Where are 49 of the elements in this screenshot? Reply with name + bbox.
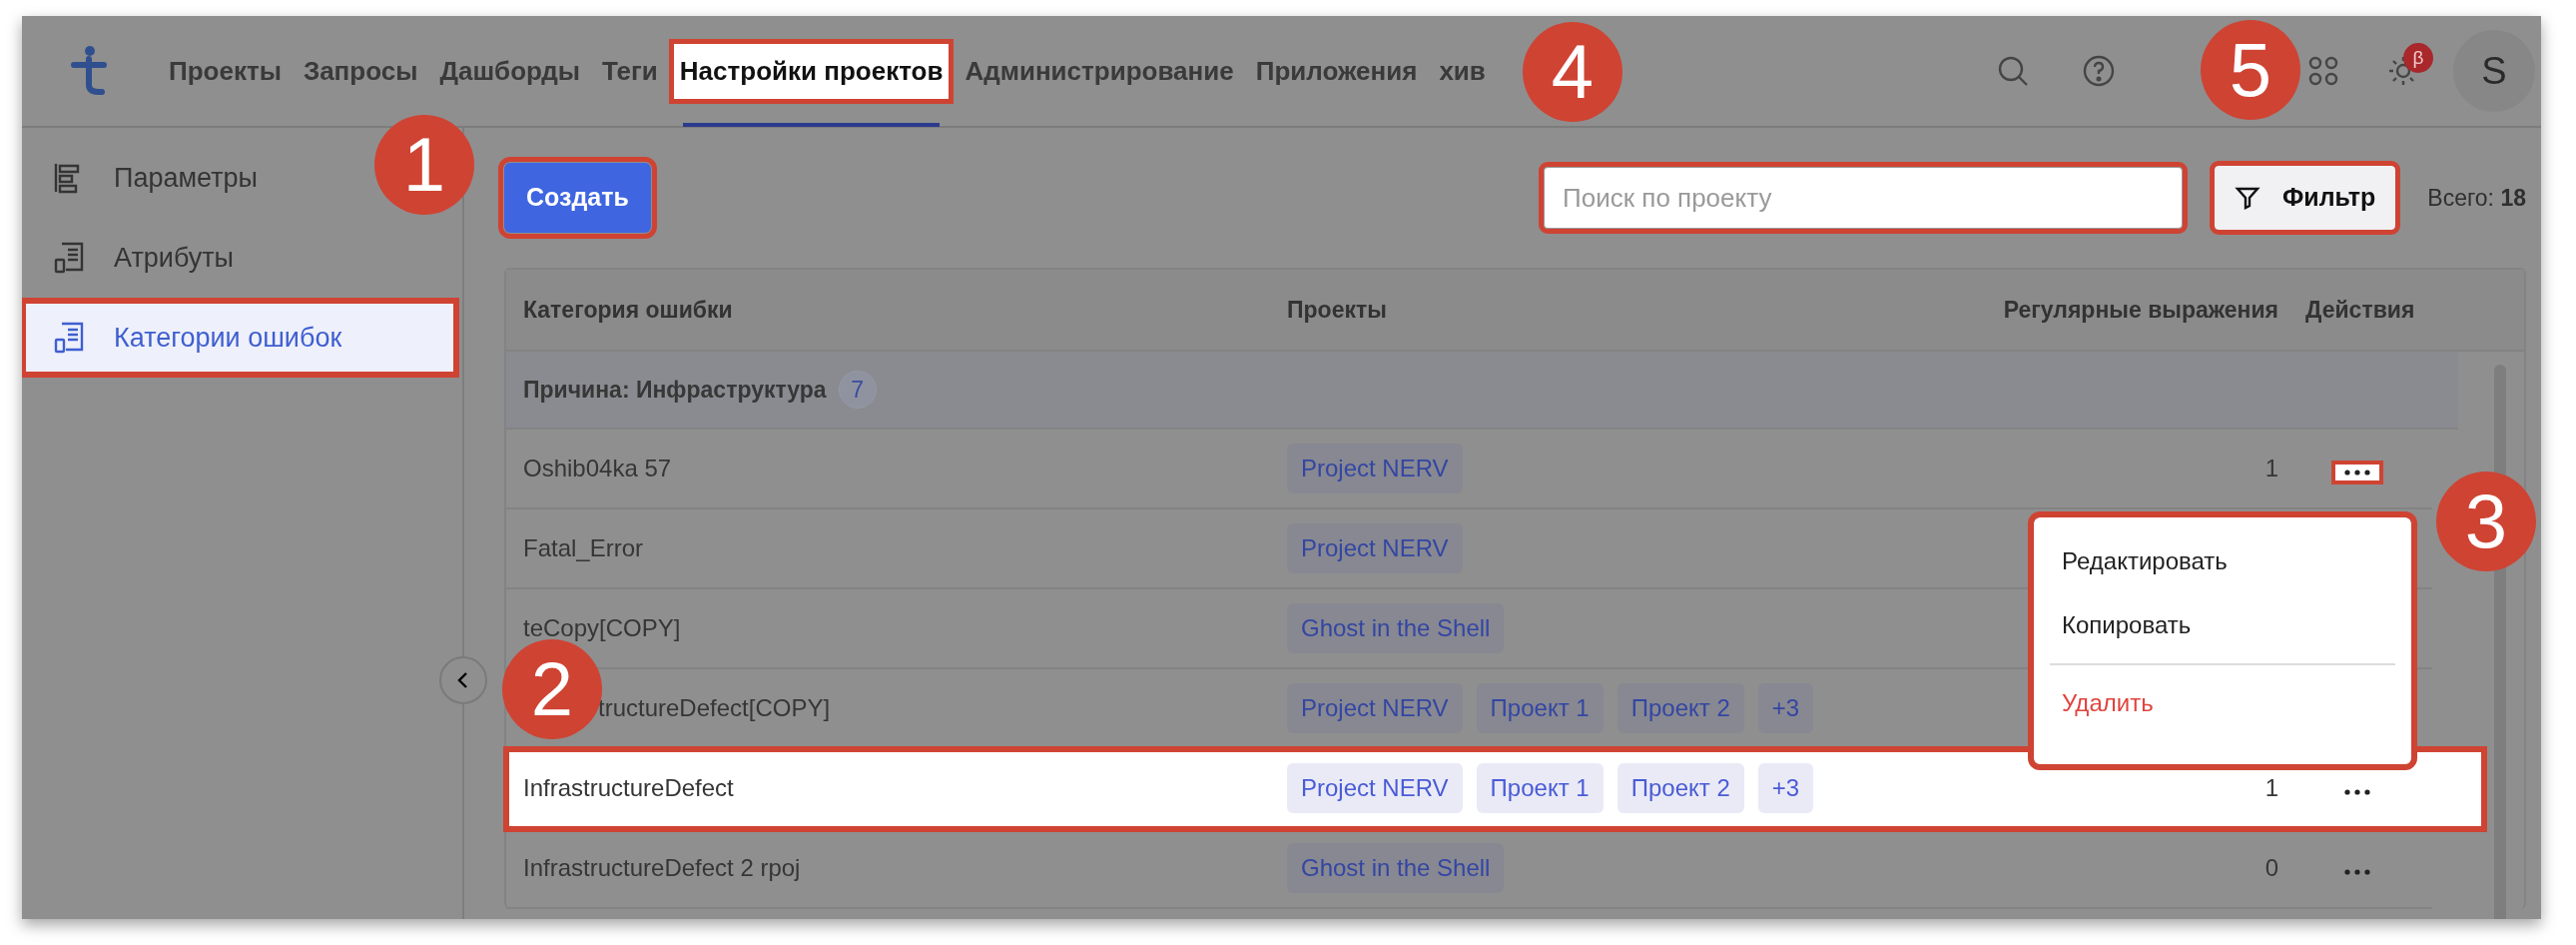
table-cell: 1	[2264, 455, 2278, 481]
group-label: Причина: Инфраструктура	[523, 375, 827, 405]
step-marker: 5	[2201, 20, 2300, 120]
nav-tab[interactable]: Настройки проектов	[668, 38, 955, 104]
project-tag[interactable]: +3	[1757, 763, 1814, 813]
nav-tab[interactable]: Проекты	[158, 38, 293, 104]
table-cell: Fatal_Error	[523, 534, 644, 561]
project-tag[interactable]: Ghost in the Shell	[1287, 603, 1505, 653]
nav-tab[interactable]: Администрирование	[954, 38, 1245, 104]
project-tag[interactable]: Проект 1	[1476, 683, 1604, 733]
project-tag[interactable]: Project NERV	[1287, 444, 1463, 493]
sidebar-item[interactable]: Параметры	[22, 138, 270, 218]
user-avatar[interactable]: S	[2453, 30, 2535, 112]
menu-item[interactable]: Копировать	[2034, 593, 2411, 657]
count-badge: 7	[838, 371, 877, 409]
column-header: Проекты	[1286, 295, 1388, 325]
project-tag[interactable]: Project NERV	[1287, 683, 1463, 733]
project-tag[interactable]: Проект 1	[1476, 763, 1604, 813]
step-marker: 4	[1523, 22, 1622, 122]
nav-tab[interactable]: Приложения	[1244, 38, 1429, 104]
sidebar-item[interactable]: Атрибуты	[22, 218, 247, 298]
table-cell: InfrastructureDefect 2 rpoj	[523, 854, 801, 881]
nav-tab[interactable]: Дашборды	[428, 38, 591, 104]
table-cell: Oshib04ka 57	[523, 455, 672, 481]
nav-tab[interactable]: хив	[1428, 38, 1497, 104]
table-row[interactable]: InfrastructureDefect Project NERV Проект 1 Проект 2 +3 1	[506, 749, 2484, 829]
table-row[interactable]: InfrastructureDefect 2 rpoj Ghost in the Shell 0	[506, 829, 2432, 909]
table-cell: teCopy[COPY]	[523, 614, 681, 641]
project-tag[interactable]: Ghost in the Shell	[1287, 843, 1505, 893]
column-header: Регулярные выражения	[2002, 295, 2279, 325]
project-tag[interactable]: Project NERV	[1287, 763, 1463, 813]
total-count: Всего: 18	[2427, 183, 2526, 213]
beta-badge: β	[2403, 43, 2433, 73]
sidebar-item[interactable]: Категории ошибок	[22, 298, 459, 378]
table-row[interactable]: Oshib04ka 57 Project NERV 1	[506, 430, 2432, 509]
step-marker: 1	[374, 115, 474, 215]
project-tag[interactable]: Project NERV	[1287, 523, 1463, 573]
menu-item[interactable]: Удалить	[2034, 671, 2411, 735]
project-tag[interactable]: +3	[1757, 683, 1814, 733]
table-cell: 1	[2264, 774, 2278, 801]
table-cell: InfrastructureDefect	[523, 774, 734, 801]
column-header: Действия	[2304, 295, 2416, 325]
project-tag[interactable]: Проект 2	[1616, 763, 1744, 813]
project-tag[interactable]: Проект 2	[1616, 683, 1744, 733]
column-header: Категория ошибки	[522, 295, 734, 325]
nav-tab[interactable]: Теги	[590, 38, 669, 104]
step-marker: 3	[2436, 472, 2536, 571]
nav-tab[interactable]: Запросы	[292, 38, 429, 104]
table-cell: 0	[2264, 854, 2278, 881]
